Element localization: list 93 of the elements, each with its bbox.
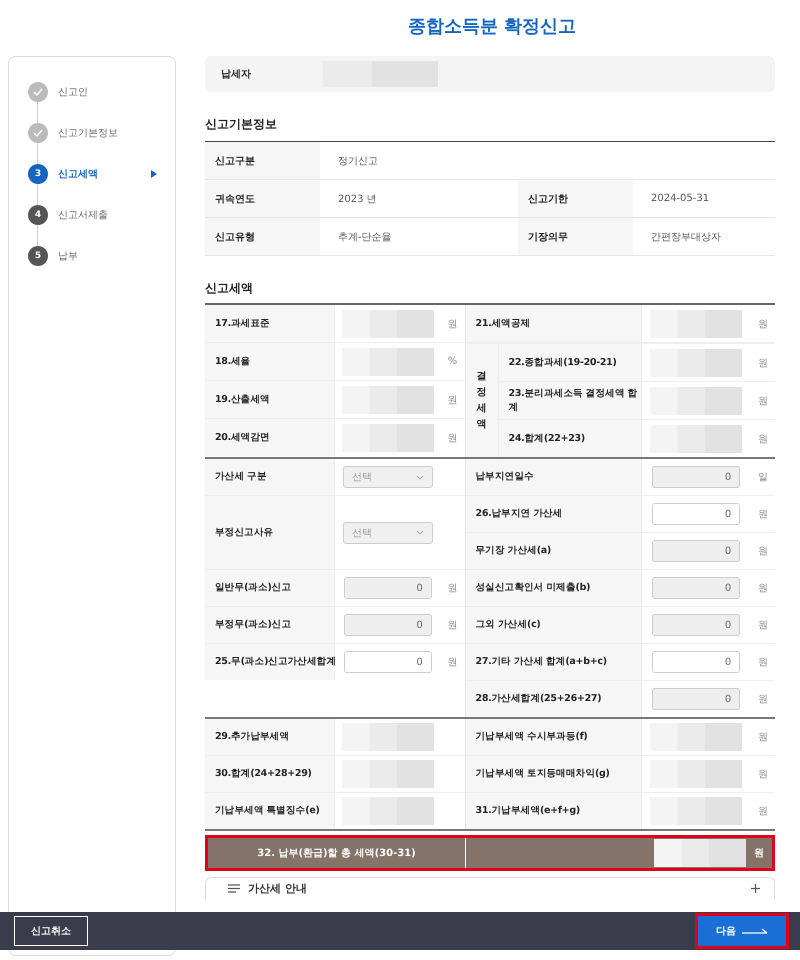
row-label: 20.세액감면 [205,419,335,456]
arrow-right-icon [742,928,768,934]
step-marker: 5 [28,246,48,266]
unit-label: 원 [758,656,768,669]
amount-field[interactable]: 0 [652,651,740,673]
unit-label: 원 [758,731,768,744]
row-label: 21.세액공제 [466,305,642,342]
amount-field[interactable]: 0 [652,540,740,562]
accordion-header[interactable]: 가산세 안내 [205,877,775,899]
next-button[interactable]: 다음 [698,916,786,946]
step-label[interactable]: 신고인 [58,85,88,99]
row-label: 기납부세액 특별징수(e) [205,793,335,829]
row-label: 25.무(과소)신고가산세합계 [205,644,335,680]
row-label: 기납부세액 수시부과등(f) [466,719,642,755]
row-label: 18.세율 [205,343,335,380]
unit-label: 원 [758,619,768,632]
amount-field[interactable]: 0 [652,466,740,488]
row-label: 납부지연일수 [466,459,642,495]
row-label: 가산세 구분 [205,459,335,495]
info-label: 신고구분 [205,142,320,179]
row-label: 무기장 가산세(a) [466,533,642,569]
row-label: 17.과세표준 [205,305,335,342]
amount-field[interactable]: 0 [344,577,432,599]
info-value: 2023 년 [337,192,378,206]
unit-label: 원 [758,768,768,781]
info-label: 귀속연도 [205,180,320,217]
unit-label: 원 [448,656,458,669]
unit-label: 원 [448,318,458,330]
row-label: 24.합계(22+23) [498,420,642,457]
unit-label: 일 [758,471,768,484]
row-label: 26.납부지연 가산세 [466,496,642,532]
unit-label: % [448,356,458,367]
check-icon [33,88,43,96]
row-label: 기납부세액 토지등매매차익(g) [466,756,642,792]
row-label: 그외 가산세(c) [466,607,642,643]
amount-field[interactable]: 0 [344,651,432,673]
unit-label: 원 [758,432,768,446]
row-label: 28.가산세합계(25+26+27) [466,681,642,717]
amount-field[interactable]: 0 [652,503,740,525]
plus-icon [751,884,760,893]
unit-label: 원 [758,508,768,521]
step-label[interactable]: 신고서제출 [58,208,108,222]
row-label: 27.기타 가산세 합계(a+b+c) [466,644,642,680]
info-label: 신고기한 [518,180,633,217]
section-heading: 신고세액 [205,280,254,297]
amount-field[interactable]: 0 [344,614,432,636]
unit-label: 원 [758,805,768,818]
row-label: 31.기납부세액(e+f+g) [466,793,642,829]
unit-label: 원 [758,582,768,595]
row-label: 30.합계(24+28+29) [205,756,335,792]
page-title: 종합소득분 확정신고 [406,15,578,39]
section-heading: 신고기본정보 [205,116,278,133]
play-icon [151,170,157,178]
row-label: 성실신고확인서 미제출(b) [466,570,642,606]
info-value: 2024-05-31 [650,192,710,206]
amount-field[interactable]: 0 [652,577,740,599]
row-label: 일반무(과소)신고 [205,570,335,606]
check-icon [33,129,43,137]
unit-label: 원 [758,693,768,706]
total-label: 32. 납부(환급)할 총 세액(30-31) [208,838,466,868]
step-marker: 3 [28,164,48,184]
unit-label: 원 [758,394,768,408]
row-label: 부정신고사유 [205,496,335,569]
row-label: 29.추가납부세액 [205,719,335,755]
step-label[interactable]: 신고세액 [58,167,98,181]
unit-label: 원 [758,545,768,558]
step-label[interactable]: 신고기본정보 [58,126,118,140]
step-label[interactable]: 납부 [58,249,78,263]
info-value: 정기신고 [337,154,379,168]
unit-label: 원 [448,394,458,406]
unit-label: 원 [754,847,764,860]
info-value: 추계-단순율 [337,230,393,244]
group-label: 결정세액 [466,343,499,457]
unit-label: 원 [758,318,768,330]
info-label: 신고유형 [205,218,320,255]
step-marker: 4 [28,205,48,225]
cancel-button[interactable]: 신고취소 [14,916,88,946]
row-label: 19.산출세액 [205,381,335,418]
unit-label: 원 [758,356,768,370]
chevron-down-icon [416,530,424,535]
chevron-down-icon [416,474,424,480]
taxpayer-label: 납세자 [221,68,251,81]
amount-field[interactable]: 0 [652,614,740,636]
amount-field[interactable]: 0 [652,688,740,710]
info-label: 기장의무 [518,218,633,255]
row-label: 22.종합과세(19-20-21) [498,344,642,381]
unit-label: 원 [448,432,458,444]
row-label: 부정무(과소)신고 [205,607,335,643]
row-label: 23.분리과세소득 결정세액 합계 [498,382,642,419]
info-value: 간편장부대상자 [650,230,722,244]
unit-label: 원 [448,619,458,632]
unit-label: 원 [448,582,458,595]
list-icon [228,884,240,893]
